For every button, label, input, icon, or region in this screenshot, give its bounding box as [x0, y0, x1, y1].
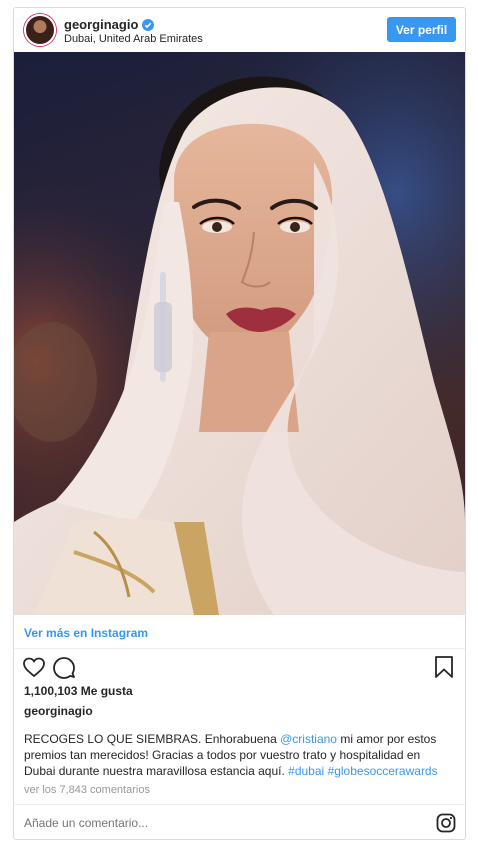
username[interactable]: georginagio — [64, 17, 138, 32]
post-author[interactable]: georginagio — [24, 704, 93, 718]
username-row: georginagio — [64, 17, 155, 32]
post-photo[interactable] — [14, 52, 465, 615]
portrait-image — [14, 52, 465, 615]
view-profile-button[interactable]: Ver perfil — [387, 17, 456, 42]
post-header: georginagio Dubai, United Arab Emirates … — [14, 8, 465, 52]
instagram-logo-icon[interactable] — [436, 813, 456, 833]
bookmark-icon[interactable] — [433, 655, 455, 679]
caption-text: RECOGES LO QUE SIEMBRAS. Enhorabuena — [24, 732, 281, 746]
post-caption: RECOGES LO QUE SIEMBRAS. Enhorabuena @cr… — [24, 731, 454, 779]
instagram-embed-card: georginagio Dubai, United Arab Emirates … — [13, 7, 466, 840]
hashtag-link[interactable]: #dubai — [288, 764, 324, 778]
location[interactable]: Dubai, United Arab Emirates — [64, 33, 203, 45]
action-bar — [14, 653, 465, 685]
verified-badge-icon — [142, 18, 155, 31]
avatar[interactable] — [24, 14, 56, 46]
comment-input[interactable] — [24, 816, 404, 830]
see-more-link[interactable]: Ver más en Instagram — [24, 626, 148, 640]
mention-link[interactable]: @cristiano — [280, 732, 337, 746]
heart-icon[interactable] — [22, 655, 46, 679]
likes-count[interactable]: 1,100,103 Me gusta — [24, 684, 133, 698]
view-comments-link[interactable]: ver los 7,843 comentarios — [24, 784, 150, 796]
hashtag-link[interactable]: #globesoccerawards — [328, 764, 438, 778]
divider — [14, 648, 465, 649]
comment-icon[interactable] — [52, 655, 76, 679]
divider — [14, 804, 465, 805]
